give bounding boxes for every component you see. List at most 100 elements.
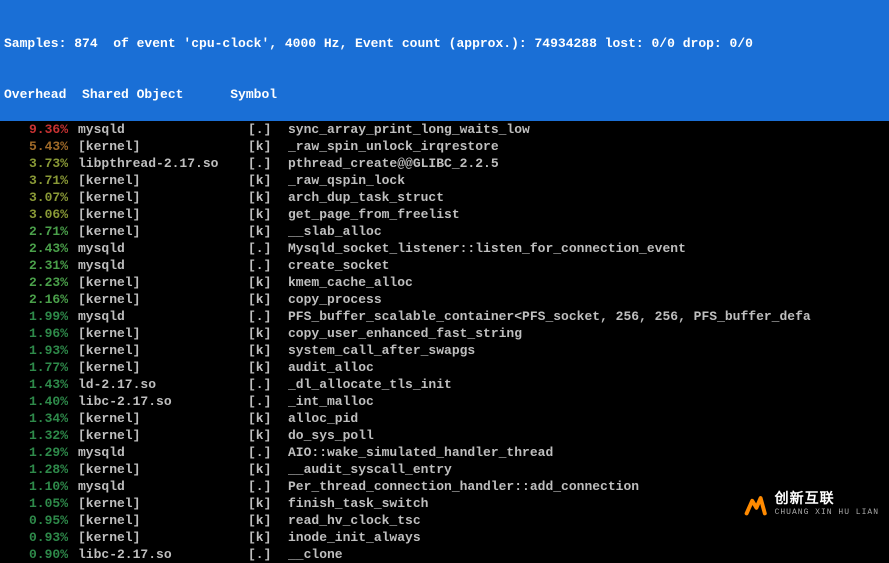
symbol-flag: [.] — [248, 308, 288, 325]
overhead-percent: 1.40% — [4, 393, 78, 410]
symbol-name: _raw_spin_unlock_irqrestore — [288, 138, 889, 155]
watermark: 创新互联 CHUANG XIN HU LIAN — [741, 491, 879, 519]
overhead-percent: 0.95% — [4, 512, 78, 529]
perf-row[interactable]: 1.28%[kernel][k]__audit_syscall_entry — [4, 461, 889, 478]
symbol-flag: [k] — [248, 512, 288, 529]
overhead-percent: 1.77% — [4, 359, 78, 376]
symbol-flag: [.] — [248, 240, 288, 257]
perf-row[interactable]: 1.93%[kernel][k]system_call_after_swapgs — [4, 342, 889, 359]
overhead-percent: 1.34% — [4, 410, 78, 427]
perf-row[interactable]: 0.93%[kernel][k]inode_init_always — [4, 529, 889, 546]
shared-object: [kernel] — [78, 410, 248, 427]
column-headers: Overhead Shared Object Symbol — [4, 86, 885, 103]
symbol-name: sync_array_print_long_waits_low — [288, 121, 889, 138]
perf-row[interactable]: 2.31%mysqld[.]create_socket — [4, 257, 889, 274]
overhead-percent: 1.10% — [4, 478, 78, 495]
symbol-name: copy_process — [288, 291, 889, 308]
overhead-percent: 5.43% — [4, 138, 78, 155]
perf-row[interactable]: 3.07%[kernel][k]arch_dup_task_struct — [4, 189, 889, 206]
symbol-flag: [k] — [248, 172, 288, 189]
overhead-percent: 3.73% — [4, 155, 78, 172]
symbol-name: do_sys_poll — [288, 427, 889, 444]
symbol-flag: [k] — [248, 206, 288, 223]
symbol-flag: [k] — [248, 291, 288, 308]
perf-row[interactable]: 1.96%[kernel][k]copy_user_enhanced_fast_… — [4, 325, 889, 342]
overhead-percent: 2.16% — [4, 291, 78, 308]
perf-row[interactable]: 1.99%mysqld[.]PFS_buffer_scalable_contai… — [4, 308, 889, 325]
symbol-name: __slab_alloc — [288, 223, 889, 240]
perf-row[interactable]: 1.32%[kernel][k]do_sys_poll — [4, 427, 889, 444]
symbol-flag: [k] — [248, 223, 288, 240]
shared-object: [kernel] — [78, 206, 248, 223]
shared-object: [kernel] — [78, 223, 248, 240]
shared-object: [kernel] — [78, 138, 248, 155]
symbol-flag: [.] — [248, 155, 288, 172]
overhead-percent: 1.93% — [4, 342, 78, 359]
symbol-name: create_socket — [288, 257, 889, 274]
symbol-name: __audit_syscall_entry — [288, 461, 889, 478]
symbol-name: inode_init_always — [288, 529, 889, 546]
shared-object: [kernel] — [78, 342, 248, 359]
watermark-en: CHUANG XIN HU LIAN — [775, 509, 879, 517]
shared-object: mysqld — [78, 444, 248, 461]
overhead-percent: 0.90% — [4, 546, 78, 563]
shared-object: [kernel] — [78, 529, 248, 546]
shared-object: mysqld — [78, 121, 248, 138]
symbol-flag: [k] — [248, 325, 288, 342]
overhead-percent: 2.71% — [4, 223, 78, 240]
perf-row[interactable]: 3.06%[kernel][k]get_page_from_freelist — [4, 206, 889, 223]
symbol-name: PFS_buffer_scalable_container<PFS_socket… — [288, 308, 889, 325]
shared-object: mysqld — [78, 308, 248, 325]
symbol-name: __clone — [288, 546, 889, 563]
symbol-flag: [k] — [248, 427, 288, 444]
perf-row[interactable]: 1.43%ld-2.17.so[.]_dl_allocate_tls_init — [4, 376, 889, 393]
shared-object: [kernel] — [78, 427, 248, 444]
perf-row[interactable]: 2.23%[kernel][k]kmem_cache_alloc — [4, 274, 889, 291]
symbol-name: Mysqld_socket_listener::listen_for_conne… — [288, 240, 889, 257]
symbol-name: pthread_create@@GLIBC_2.2.5 — [288, 155, 889, 172]
symbol-name: kmem_cache_alloc — [288, 274, 889, 291]
perf-row[interactable]: 1.34%[kernel][k]alloc_pid — [4, 410, 889, 427]
logo-icon — [741, 491, 769, 519]
perf-row[interactable]: 1.29%mysqld[.]AIO::wake_simulated_handle… — [4, 444, 889, 461]
symbol-flag: [k] — [248, 410, 288, 427]
symbol-name: audit_alloc — [288, 359, 889, 376]
symbol-flag: [.] — [248, 546, 288, 563]
shared-object: [kernel] — [78, 172, 248, 189]
overhead-percent: 3.06% — [4, 206, 78, 223]
shared-object: mysqld — [78, 240, 248, 257]
overhead-percent: 1.28% — [4, 461, 78, 478]
symbol-name: arch_dup_task_struct — [288, 189, 889, 206]
symbol-flag: [.] — [248, 376, 288, 393]
perf-row[interactable]: 5.43%[kernel][k]_raw_spin_unlock_irqrest… — [4, 138, 889, 155]
shared-object: [kernel] — [78, 291, 248, 308]
symbol-flag: [.] — [248, 393, 288, 410]
perf-row[interactable]: 3.71%[kernel][k]_raw_qspin_lock — [4, 172, 889, 189]
perf-row[interactable]: 0.90%libc-2.17.so[.]__clone — [4, 546, 889, 563]
overhead-percent: 2.43% — [4, 240, 78, 257]
perf-row[interactable]: 1.40%libc-2.17.so[.]_int_malloc — [4, 393, 889, 410]
overhead-percent: 1.96% — [4, 325, 78, 342]
symbol-name: _raw_qspin_lock — [288, 172, 889, 189]
shared-object: [kernel] — [78, 512, 248, 529]
shared-object: ld-2.17.so — [78, 376, 248, 393]
overhead-percent: 1.43% — [4, 376, 78, 393]
symbol-name: get_page_from_freelist — [288, 206, 889, 223]
shared-object: mysqld — [78, 478, 248, 495]
perf-row[interactable]: 2.43%mysqld[.]Mysqld_socket_listener::li… — [4, 240, 889, 257]
perf-row[interactable]: 2.16%[kernel][k]copy_process — [4, 291, 889, 308]
symbol-flag: [k] — [248, 529, 288, 546]
overhead-percent: 9.36% — [4, 121, 78, 138]
symbol-flag: [.] — [248, 257, 288, 274]
perf-row[interactable]: 2.71%[kernel][k]__slab_alloc — [4, 223, 889, 240]
shared-object: [kernel] — [78, 359, 248, 376]
perf-row[interactable]: 9.36%mysqld[.]sync_array_print_long_wait… — [4, 121, 889, 138]
perf-row[interactable]: 1.77%[kernel][k]audit_alloc — [4, 359, 889, 376]
symbol-flag: [.] — [248, 444, 288, 461]
symbol-flag: [k] — [248, 461, 288, 478]
symbol-name: _dl_allocate_tls_init — [288, 376, 889, 393]
symbol-flag: [k] — [248, 342, 288, 359]
perf-row[interactable]: 3.73%libpthread-2.17.so[.]pthread_create… — [4, 155, 889, 172]
samples-line: Samples: 874 of event 'cpu-clock', 4000 … — [4, 35, 885, 52]
perf-report-header: Samples: 874 of event 'cpu-clock', 4000 … — [0, 0, 889, 121]
